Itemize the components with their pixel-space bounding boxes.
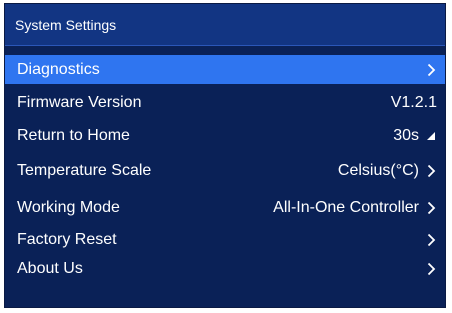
menu-item-label: Return to Home	[17, 126, 130, 144]
settings-panel: System Settings Diagnostics Firmware Ver…	[4, 3, 446, 308]
menu-item-factory-reset[interactable]: Factory Reset	[5, 225, 445, 254]
menu-item-return-to-home[interactable]: Return to Home 30s	[5, 121, 445, 150]
working-mode-value: All-In-One Controller	[273, 198, 419, 216]
menu-item-temperature-scale[interactable]: Temperature Scale Celsius(°C)	[5, 156, 445, 185]
chevron-right-icon	[425, 200, 437, 216]
menu-item-diagnostics[interactable]: Diagnostics	[5, 55, 445, 84]
menu-item-label: Working Mode	[17, 198, 120, 216]
menu-item-label: About Us	[17, 259, 83, 277]
return-to-home-value: 30s	[393, 126, 419, 144]
triangle-corner-icon	[425, 128, 437, 144]
temperature-scale-value: Celsius(°C)	[337, 161, 419, 179]
chevron-right-icon	[425, 62, 437, 78]
firmware-version-value: V1.2.1	[390, 93, 437, 111]
menu-item-label: Temperature Scale	[17, 161, 152, 179]
chevron-right-icon	[425, 232, 437, 248]
menu-item-about-us[interactable]: About Us	[5, 254, 445, 283]
chevron-right-icon	[425, 261, 437, 277]
menu-item-label: Diagnostics	[17, 60, 100, 78]
title-bar: System Settings	[5, 4, 445, 46]
chevron-right-icon	[425, 163, 437, 179]
menu-item-label: Factory Reset	[17, 230, 117, 248]
page-title: System Settings	[15, 16, 117, 33]
menu-item-firmware-version[interactable]: Firmware Version V1.2.1	[5, 88, 445, 117]
menu-item-working-mode[interactable]: Working Mode All-In-One Controller	[5, 193, 445, 222]
menu-item-label: Firmware Version	[17, 93, 142, 111]
